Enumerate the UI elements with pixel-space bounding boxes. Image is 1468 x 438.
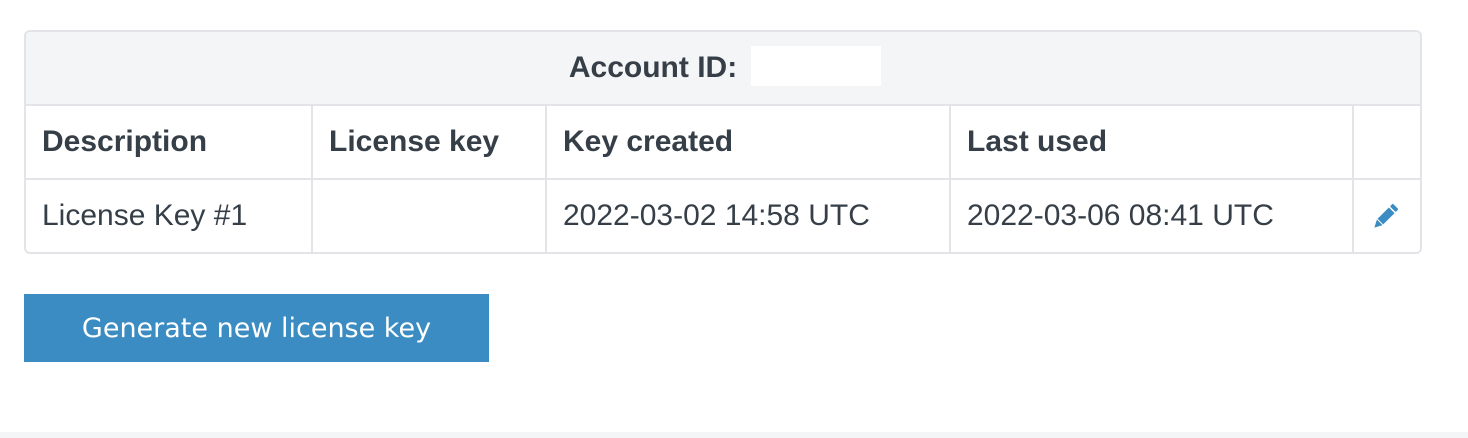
column-header-actions [1353, 105, 1420, 180]
license-keys-page: Account ID: Description License key Key … [0, 0, 1468, 438]
pencil-icon[interactable] [1370, 202, 1400, 232]
column-header-last-used: Last used [950, 105, 1354, 180]
cell-key-created: 2022-03-02 14:58 UTC [546, 179, 951, 252]
cell-license-key [312, 179, 547, 252]
column-header-license-key: License key [312, 105, 547, 180]
account-id-label: Account ID: [568, 51, 738, 84]
cell-actions [1353, 179, 1420, 252]
pencil-icon-graphic [1374, 204, 1399, 228]
license-keys-panel: Account ID: Description License key Key … [24, 30, 1422, 254]
table-header-row: Description License key Key created Last… [26, 105, 1420, 180]
page-footer-strip [0, 432, 1468, 438]
generate-license-key-button[interactable]: Generate new license key [24, 294, 489, 362]
account-header: Account ID: [26, 32, 1420, 106]
account-id-value [751, 46, 882, 86]
account-row: Account ID: [26, 32, 1420, 106]
table-row: License Key #1 2022-03-02 14:58 UTC 2022… [26, 179, 1420, 252]
cell-description: License Key #1 [26, 179, 313, 252]
column-header-key-created: Key created [546, 105, 951, 180]
license-keys-table: Account ID: Description License key Key … [26, 32, 1420, 252]
column-header-description: Description [26, 105, 313, 180]
cell-last-used: 2022-03-06 08:41 UTC [950, 179, 1354, 252]
